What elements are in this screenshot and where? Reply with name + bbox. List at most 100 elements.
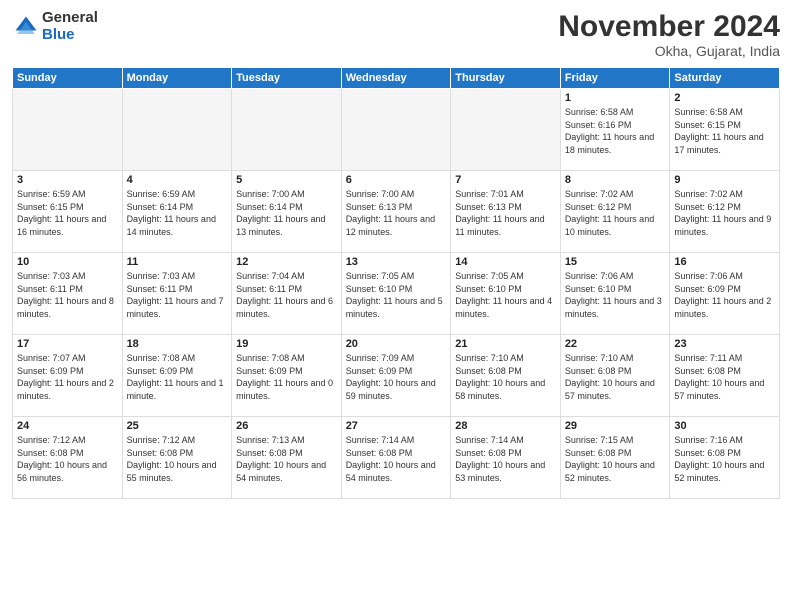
cell-w5-d1: 24 Sunrise: 7:12 AM Sunset: 6:08 PM Dayli… (13, 417, 123, 499)
calendar-body: 1 Sunrise: 6:58 AM Sunset: 6:16 PM Daylig… (13, 89, 780, 499)
title-block: November 2024 Okha, Gujarat, India (558, 10, 780, 59)
cell-w5-d7: 30 Sunrise: 7:16 AM Sunset: 6:08 PM Dayli… (670, 417, 780, 499)
col-saturday: Saturday (670, 68, 780, 89)
day-info: Sunrise: 7:06 AM Sunset: 6:09 PM Dayligh… (674, 270, 775, 320)
day-number: 29 (565, 420, 666, 432)
day-number: 22 (565, 338, 666, 350)
day-info: Sunrise: 7:11 AM Sunset: 6:08 PM Dayligh… (674, 352, 775, 402)
day-info: Sunrise: 6:59 AM Sunset: 6:15 PM Dayligh… (17, 188, 118, 238)
day-number: 15 (565, 256, 666, 268)
day-info: Sunrise: 7:10 AM Sunset: 6:08 PM Dayligh… (455, 352, 556, 402)
day-number: 11 (127, 256, 228, 268)
header: General Blue November 2024 Okha, Gujarat… (12, 10, 780, 59)
logo-general-text: General (42, 10, 98, 27)
day-info: Sunrise: 7:10 AM Sunset: 6:08 PM Dayligh… (565, 352, 666, 402)
day-info: Sunrise: 7:09 AM Sunset: 6:09 PM Dayligh… (346, 352, 447, 402)
col-monday: Monday (122, 68, 232, 89)
logo: General Blue (12, 10, 98, 43)
day-info: Sunrise: 7:08 AM Sunset: 6:09 PM Dayligh… (236, 352, 337, 402)
day-number: 27 (346, 420, 447, 432)
cell-w1-d5 (451, 89, 561, 171)
day-number: 3 (17, 174, 118, 186)
day-number: 26 (236, 420, 337, 432)
cell-w2-d5: 7 Sunrise: 7:01 AM Sunset: 6:13 PM Daylig… (451, 171, 561, 253)
cell-w2-d2: 4 Sunrise: 6:59 AM Sunset: 6:14 PM Daylig… (122, 171, 232, 253)
logo-text: General Blue (42, 10, 98, 43)
week-row-4: 17 Sunrise: 7:07 AM Sunset: 6:09 PM Dayli… (13, 335, 780, 417)
cell-w5-d6: 29Sunrise: 7:15 AM Sunset: 6:08 PM Dayli… (560, 417, 670, 499)
cell-w2-d6: 8Sunrise: 7:02 AM Sunset: 6:12 PM Daylig… (560, 171, 670, 253)
day-number: 13 (346, 256, 447, 268)
day-info: Sunrise: 7:01 AM Sunset: 6:13 PM Dayligh… (455, 188, 556, 238)
cell-w2-d3: 5Sunrise: 7:00 AM Sunset: 6:14 PM Daylig… (232, 171, 342, 253)
day-number: 12 (236, 256, 337, 268)
day-number: 24 (17, 420, 118, 432)
week-row-1: 1 Sunrise: 6:58 AM Sunset: 6:16 PM Daylig… (13, 89, 780, 171)
day-info: Sunrise: 7:14 AM Sunset: 6:08 PM Dayligh… (455, 434, 556, 484)
col-sunday: Sunday (13, 68, 123, 89)
cell-w5-d3: 26Sunrise: 7:13 AM Sunset: 6:08 PM Dayli… (232, 417, 342, 499)
header-row: Sunday Monday Tuesday Wednesday Thursday… (13, 68, 780, 89)
day-info: Sunrise: 7:06 AM Sunset: 6:10 PM Dayligh… (565, 270, 666, 320)
col-wednesday: Wednesday (341, 68, 451, 89)
location: Okha, Gujarat, India (558, 43, 780, 59)
cell-w2-d4: 6 Sunrise: 7:00 AM Sunset: 6:13 PM Daylig… (341, 171, 451, 253)
day-number: 17 (17, 338, 118, 350)
cell-w4-d4: 20Sunrise: 7:09 AM Sunset: 6:09 PM Dayli… (341, 335, 451, 417)
cell-w1-d3 (232, 89, 342, 171)
cell-w5-d5: 28 Sunrise: 7:14 AM Sunset: 6:08 PM Dayli… (451, 417, 561, 499)
col-friday: Friday (560, 68, 670, 89)
cell-w2-d1: 3 Sunrise: 6:59 AM Sunset: 6:15 PM Daylig… (13, 171, 123, 253)
week-row-5: 24 Sunrise: 7:12 AM Sunset: 6:08 PM Dayli… (13, 417, 780, 499)
day-info: Sunrise: 7:12 AM Sunset: 6:08 PM Dayligh… (17, 434, 118, 484)
main-container: General Blue November 2024 Okha, Gujarat… (0, 0, 792, 505)
day-number: 5 (236, 174, 337, 186)
cell-w3-d3: 12 Sunrise: 7:04 AM Sunset: 6:11 PM Dayli… (232, 253, 342, 335)
cell-w5-d2: 25Sunrise: 7:12 AM Sunset: 6:08 PM Dayli… (122, 417, 232, 499)
day-info: Sunrise: 6:59 AM Sunset: 6:14 PM Dayligh… (127, 188, 228, 238)
day-number: 7 (455, 174, 556, 186)
day-number: 28 (455, 420, 556, 432)
day-info: Sunrise: 7:00 AM Sunset: 6:13 PM Dayligh… (346, 188, 447, 238)
logo-icon (12, 13, 40, 41)
day-info: Sunrise: 7:03 AM Sunset: 6:11 PM Dayligh… (17, 270, 118, 320)
cell-w3-d5: 14Sunrise: 7:05 AM Sunset: 6:10 PM Dayli… (451, 253, 561, 335)
cell-w4-d2: 18 Sunrise: 7:08 AM Sunset: 6:09 PM Dayli… (122, 335, 232, 417)
week-row-3: 10 Sunrise: 7:03 AM Sunset: 6:11 PM Dayli… (13, 253, 780, 335)
cell-w1-d4 (341, 89, 451, 171)
day-number: 10 (17, 256, 118, 268)
day-info: Sunrise: 7:07 AM Sunset: 6:09 PM Dayligh… (17, 352, 118, 402)
day-number: 14 (455, 256, 556, 268)
day-number: 8 (565, 174, 666, 186)
day-info: Sunrise: 7:04 AM Sunset: 6:11 PM Dayligh… (236, 270, 337, 320)
day-info: Sunrise: 7:08 AM Sunset: 6:09 PM Dayligh… (127, 352, 228, 402)
day-number: 23 (674, 338, 775, 350)
cell-w4-d6: 22 Sunrise: 7:10 AM Sunset: 6:08 PM Dayli… (560, 335, 670, 417)
cell-w4-d1: 17 Sunrise: 7:07 AM Sunset: 6:09 PM Dayli… (13, 335, 123, 417)
cell-w2-d7: 9Sunrise: 7:02 AM Sunset: 6:12 PM Daylig… (670, 171, 780, 253)
day-number: 4 (127, 174, 228, 186)
day-number: 19 (236, 338, 337, 350)
day-number: 6 (346, 174, 447, 186)
day-info: Sunrise: 7:05 AM Sunset: 6:10 PM Dayligh… (346, 270, 447, 320)
calendar-table: Sunday Monday Tuesday Wednesday Thursday… (12, 67, 780, 499)
cell-w3-d2: 11 Sunrise: 7:03 AM Sunset: 6:11 PM Dayli… (122, 253, 232, 335)
day-number: 1 (565, 92, 666, 104)
day-info: Sunrise: 7:16 AM Sunset: 6:08 PM Dayligh… (674, 434, 775, 484)
cell-w3-d6: 15 Sunrise: 7:06 AM Sunset: 6:10 PM Dayli… (560, 253, 670, 335)
day-number: 30 (674, 420, 775, 432)
logo-blue-text: Blue (42, 27, 98, 44)
col-tuesday: Tuesday (232, 68, 342, 89)
cell-w1-d1 (13, 89, 123, 171)
day-info: Sunrise: 7:14 AM Sunset: 6:08 PM Dayligh… (346, 434, 447, 484)
day-number: 21 (455, 338, 556, 350)
day-number: 18 (127, 338, 228, 350)
week-row-2: 3 Sunrise: 6:59 AM Sunset: 6:15 PM Daylig… (13, 171, 780, 253)
cell-w4-d5: 21 Sunrise: 7:10 AM Sunset: 6:08 PM Dayli… (451, 335, 561, 417)
day-info: Sunrise: 7:03 AM Sunset: 6:11 PM Dayligh… (127, 270, 228, 320)
month-title: November 2024 (558, 10, 780, 43)
cell-w4-d3: 19 Sunrise: 7:08 AM Sunset: 6:09 PM Dayli… (232, 335, 342, 417)
day-info: Sunrise: 6:58 AM Sunset: 6:16 PM Dayligh… (565, 106, 666, 156)
cell-w1-d2 (122, 89, 232, 171)
cell-w1-d6: 1 Sunrise: 6:58 AM Sunset: 6:16 PM Daylig… (560, 89, 670, 171)
